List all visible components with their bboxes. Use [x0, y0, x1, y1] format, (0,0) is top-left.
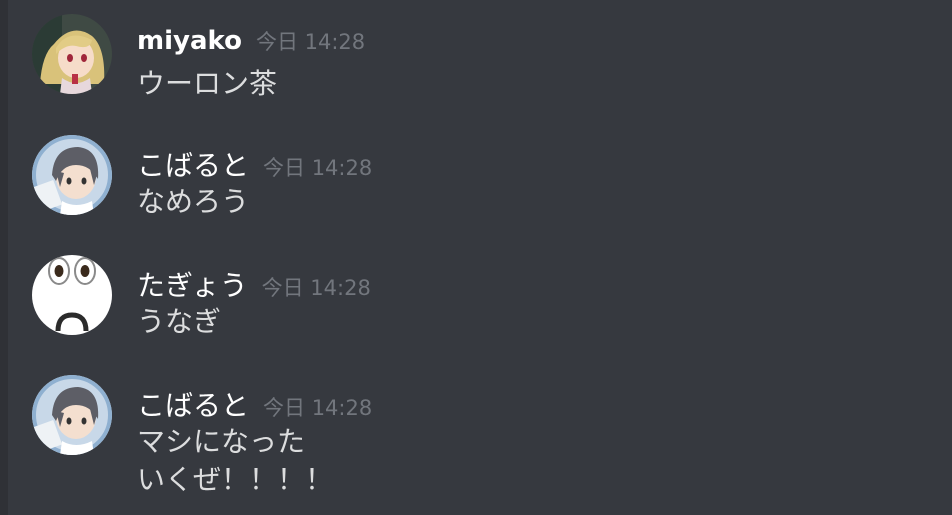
user-avatar[interactable] — [32, 375, 112, 455]
message-header: たぎょう 今日 14:28 — [137, 264, 371, 304]
timestamp: 今日 14:28 — [263, 396, 373, 420]
username[interactable]: miyako — [137, 26, 242, 56]
username[interactable]: こばると — [137, 389, 249, 422]
message-text: なめろう — [137, 185, 250, 218]
message-text: うなぎ — [137, 305, 222, 338]
message-list: miyako今日 14:28 ウーロン茶 こばると今日 14:28 なめろう — [0, 0, 952, 515]
username[interactable]: たぎょう — [137, 269, 248, 302]
timestamp: 今日 14:28 — [263, 156, 373, 180]
message-text: ウーロン茶 — [137, 67, 278, 100]
message-header: こばると 今日 14:28 — [137, 144, 372, 184]
user-avatar[interactable] — [32, 255, 112, 335]
message-header: miyako 今日 14:28 — [137, 26, 365, 56]
user-avatar[interactable] — [32, 135, 112, 215]
user-avatar[interactable] — [32, 14, 112, 94]
timestamp: 今日 14:28 — [255, 30, 366, 54]
timestamp: 今日 14:28 — [261, 276, 371, 300]
username[interactable]: こばると — [137, 149, 249, 182]
message-header: こばると 今日 14:28 — [137, 384, 372, 424]
message-text: マシになった — [137, 425, 306, 458]
message-text: いくぜ！！！！ — [137, 463, 334, 496]
